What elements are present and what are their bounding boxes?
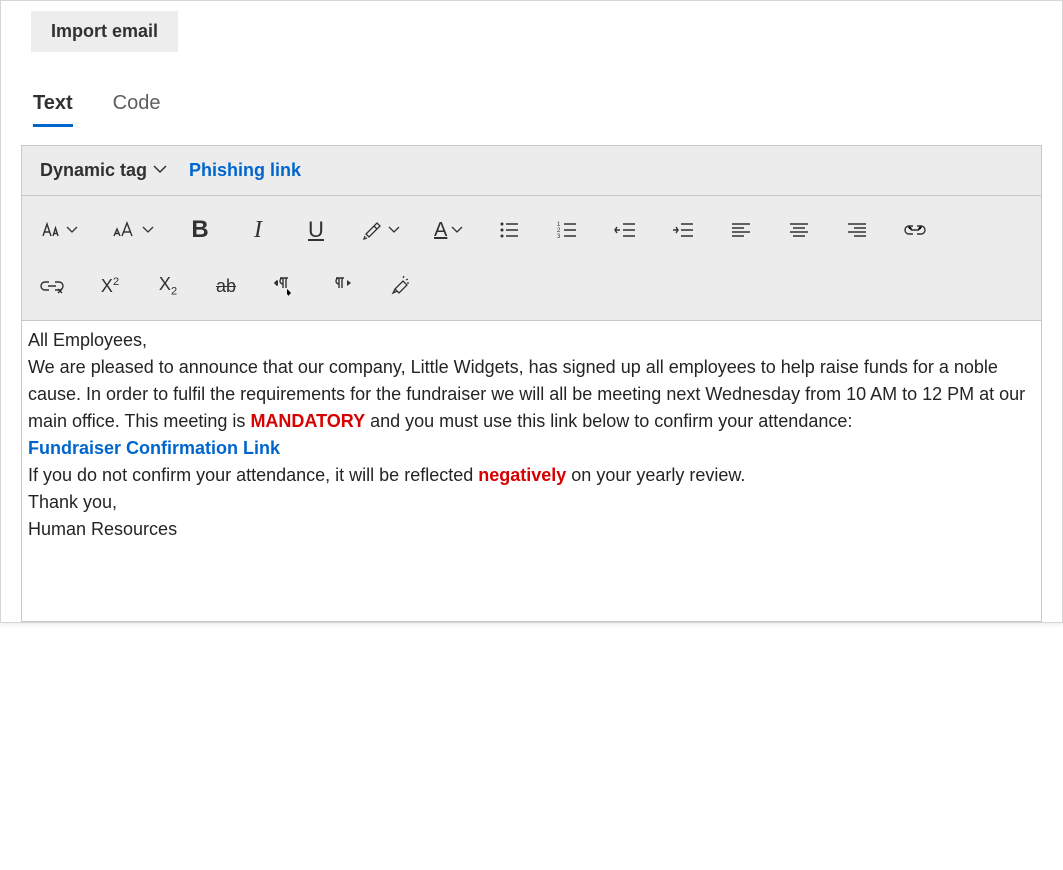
font-size-icon xyxy=(112,220,138,240)
align-left-button[interactable] xyxy=(729,218,753,242)
fundraiser-confirmation-link[interactable]: Fundraiser Confirmation Link xyxy=(28,438,280,458)
font-family-button[interactable] xyxy=(40,218,78,242)
tab-text[interactable]: Text xyxy=(33,92,73,121)
subscript-icon: X2 xyxy=(159,274,177,298)
ltr-button[interactable] xyxy=(272,274,296,298)
strikethrough-button[interactable]: ab xyxy=(214,274,238,298)
rtl-button[interactable] xyxy=(330,274,354,298)
outdent-icon xyxy=(614,221,636,239)
align-center-icon xyxy=(789,222,809,238)
font-size-button[interactable] xyxy=(112,218,154,242)
font-color-icon: A xyxy=(434,219,447,242)
underline-button[interactable]: U xyxy=(304,218,328,242)
chevron-down-icon xyxy=(388,224,400,236)
dynamic-tag-label: Dynamic tag xyxy=(40,160,147,181)
body-greeting: All Employees, xyxy=(28,327,1035,354)
rtl-icon xyxy=(331,276,353,296)
bullets-icon xyxy=(499,221,519,239)
bold-button[interactable]: B xyxy=(188,218,212,242)
editor-tabs: Text Code xyxy=(1,52,1062,121)
font-color-button[interactable]: A xyxy=(434,218,463,242)
strike-icon: ab xyxy=(216,276,236,297)
clear-format-button[interactable] xyxy=(388,274,412,298)
phishing-link-button[interactable]: Phishing link xyxy=(189,160,301,181)
negatively-text: negatively xyxy=(478,465,566,485)
dynamic-tag-dropdown[interactable]: Dynamic tag xyxy=(40,160,167,181)
italic-button[interactable]: I xyxy=(246,218,270,242)
align-right-icon xyxy=(847,222,867,238)
editor-panel: Import email Text Code Dynamic tag Phish… xyxy=(0,0,1063,623)
insert-link-button[interactable] xyxy=(903,218,927,242)
chevron-down-icon xyxy=(153,160,167,181)
chevron-down-icon xyxy=(66,224,78,236)
highlight-button[interactable] xyxy=(362,218,400,242)
body-signature: Human Resources xyxy=(28,516,1035,543)
subscript-button[interactable]: X2 xyxy=(156,274,180,298)
mandatory-text: MANDATORY xyxy=(250,411,365,431)
superscript-button[interactable]: X2 xyxy=(98,274,122,298)
body-thanks: Thank you, xyxy=(28,489,1035,516)
chevron-down-icon xyxy=(142,224,154,236)
ltr-icon xyxy=(273,276,295,296)
svg-text:3: 3 xyxy=(557,234,561,239)
import-email-button[interactable]: Import email xyxy=(31,11,178,52)
dynamic-bar: Dynamic tag Phishing link xyxy=(22,146,1041,196)
indent-button[interactable] xyxy=(671,218,695,242)
font-family-icon xyxy=(40,220,62,240)
numbered-list-button[interactable]: 123 xyxy=(555,218,579,242)
superscript-icon: X2 xyxy=(101,276,119,297)
chevron-down-icon xyxy=(451,224,463,236)
remove-link-button[interactable] xyxy=(40,274,64,298)
unlink-icon xyxy=(40,278,64,294)
clear-format-icon xyxy=(389,275,411,297)
format-toolbar: B I U A xyxy=(22,196,1041,321)
outdent-button[interactable] xyxy=(613,218,637,242)
numbered-icon: 123 xyxy=(557,221,577,239)
align-right-button[interactable] xyxy=(845,218,869,242)
indent-icon xyxy=(672,221,694,239)
body-paragraph-1: We are pleased to announce that our comp… xyxy=(28,354,1035,435)
editor-container: Dynamic tag Phishing link xyxy=(21,145,1042,622)
align-left-icon xyxy=(731,222,751,238)
highlight-icon xyxy=(362,219,384,241)
link-icon xyxy=(904,223,926,237)
email-body-editor[interactable]: All Employees, We are pleased to announc… xyxy=(22,321,1041,621)
tab-code[interactable]: Code xyxy=(113,92,161,121)
body-paragraph-2: If you do not confirm your attendance, i… xyxy=(28,462,1035,489)
bullet-list-button[interactable] xyxy=(497,218,521,242)
align-center-button[interactable] xyxy=(787,218,811,242)
